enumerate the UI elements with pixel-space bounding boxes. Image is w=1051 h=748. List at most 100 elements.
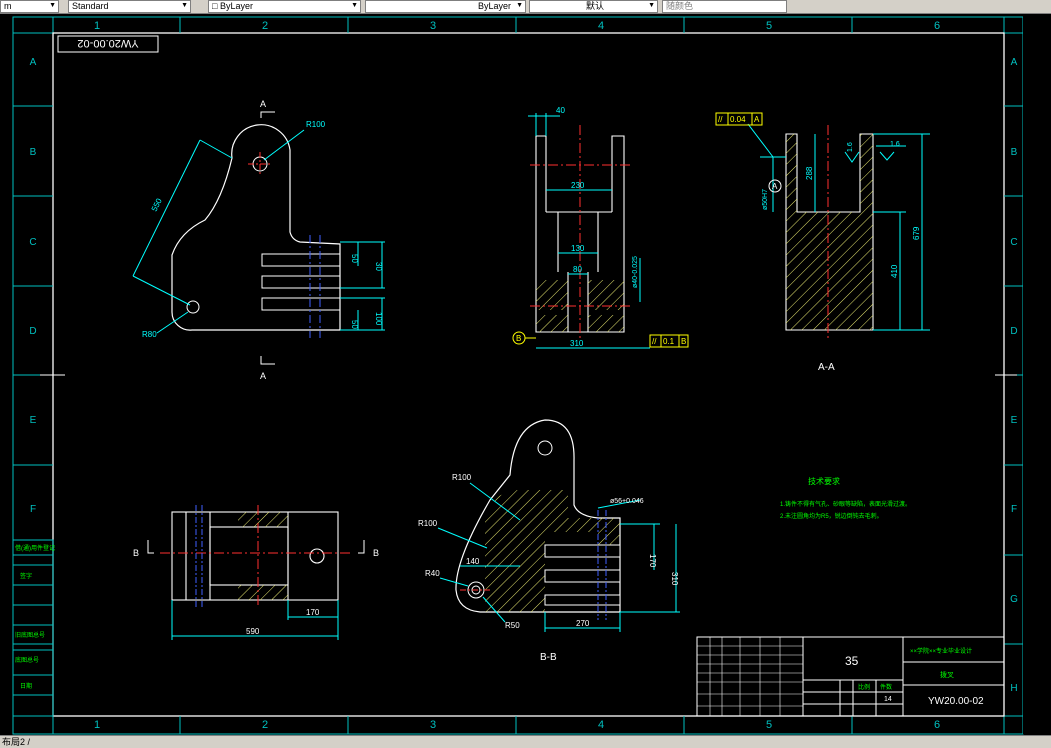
section-bb: R100 R100 R40 R50 140 170 310 270 ø56+0.… xyxy=(418,419,680,663)
scale-label: 比例 xyxy=(858,683,870,691)
datum-a-label: A xyxy=(772,182,778,191)
strip-label: 签字 xyxy=(20,572,32,580)
dim-bore: ø50H7 xyxy=(762,189,769,210)
col-marker: 4 xyxy=(598,719,604,731)
tech-req-line: 1.铸件不得有气孔、砂眼等缺陷，表面光滑过渡。 xyxy=(780,500,911,508)
strip-label: 借(通)用件登记 xyxy=(15,544,55,552)
dim-310: 310 xyxy=(570,339,584,348)
drawing-canvas[interactable]: 1 2 3 4 5 6 1 2 3 4 5 6 A B C D E F A B … xyxy=(0,0,1051,747)
row-marker: E xyxy=(30,415,37,426)
tab-separator: / xyxy=(27,737,31,747)
row-marker: H xyxy=(1010,683,1017,694)
quantity-label: 件数 xyxy=(880,683,892,691)
col-marker: 2 xyxy=(262,20,268,32)
col-marker: 3 xyxy=(430,719,436,731)
section-aa-caption: A-A xyxy=(818,362,835,373)
row-marker: D xyxy=(1010,326,1017,337)
section-bb-caption: B-B xyxy=(540,652,557,663)
section-aa: 288 679 410 ø50H7 1.6 1.6 // 0.04 A A A-… xyxy=(715,112,930,373)
datum-b-label: B xyxy=(516,334,521,343)
plan-view: 590 170 B B xyxy=(133,505,379,640)
tech-req-line: 2.未注圆角均为R5，锐边倒钝去毛刺。 xyxy=(780,512,883,520)
row-marker: C xyxy=(29,237,36,248)
col-marker: 4 xyxy=(598,20,604,32)
dim-170: 170 xyxy=(648,554,657,568)
dim-100: 100 xyxy=(374,312,383,326)
sheet-value: 14 xyxy=(884,696,892,703)
tol-value: 0.04 xyxy=(730,115,746,124)
dim-590: 590 xyxy=(246,627,260,636)
strip-label: 日期 xyxy=(20,682,32,690)
row-marker: F xyxy=(1011,504,1017,515)
technical-requirements: 技术要求 1.铸件不得有气孔、砂眼等缺陷，表面光滑过渡。 2.未注圆角均为R5，… xyxy=(780,476,911,520)
dim-30: 30 xyxy=(374,262,383,271)
dim-310: 310 xyxy=(670,572,679,586)
strip-label: 旧底图总号 xyxy=(15,631,45,639)
col-marker: 6 xyxy=(934,20,940,32)
material-value: 35 xyxy=(845,654,859,668)
drawing-number: YW20.00-02 xyxy=(928,696,984,707)
row-marker: D xyxy=(29,326,36,337)
dim-r100: R100 xyxy=(306,120,326,129)
col-marker: 3 xyxy=(430,20,436,32)
section-b-right: B xyxy=(373,548,379,558)
col-marker: 1 xyxy=(94,20,100,32)
row-marker: F xyxy=(30,504,36,515)
section-b-left: B xyxy=(133,548,139,558)
roughness-2: 1.6 xyxy=(890,141,900,148)
dim-50b: 50 xyxy=(350,320,359,329)
dim-140: 140 xyxy=(466,557,480,566)
col-marker: 5 xyxy=(766,20,772,32)
layout-tab-bar: 布局2 / xyxy=(0,735,1051,748)
dim-410: 410 xyxy=(890,264,899,278)
dim-288: 288 xyxy=(805,166,814,180)
side-view: 40 230 130 80 310 ø40-0.025 // 0.1 B B xyxy=(512,106,689,349)
tech-req-title: 技术要求 xyxy=(808,476,840,486)
left-strip-table xyxy=(12,539,54,717)
front-view: 550 R100 R80 50 30 100 50 A A xyxy=(132,99,385,381)
col-marker: 6 xyxy=(934,719,940,731)
dim-r100a: R100 xyxy=(452,473,472,482)
part-name: 拨叉 xyxy=(940,670,954,679)
layout-tab[interactable]: 布局2 xyxy=(2,737,25,747)
left-strip-labels: 借(通)用件登记 旧底图总号 底图总号 签字 日期 xyxy=(15,544,55,690)
section-a-bottom: A xyxy=(260,371,266,381)
tol-datum: B xyxy=(681,337,686,346)
vertical-scrollbar-area[interactable] xyxy=(1023,14,1051,734)
dim-679: 679 xyxy=(912,226,921,240)
section-a-top: A xyxy=(260,99,266,109)
row-marker: B xyxy=(1011,147,1018,158)
roughness-1: 1.6 xyxy=(847,142,854,152)
dim-40: 40 xyxy=(556,106,565,115)
col-marker: 2 xyxy=(262,719,268,731)
col-marker: 1 xyxy=(94,719,100,731)
dim-550: 550 xyxy=(150,196,164,212)
strip-label: 底图总号 xyxy=(15,656,39,664)
dim-dia-top: ø56+0.046 xyxy=(610,498,644,505)
dim-r100b: R100 xyxy=(418,519,438,528)
row-marker: G xyxy=(1010,594,1018,605)
dim-80: 80 xyxy=(573,265,582,274)
dim-r80: R80 xyxy=(142,330,157,339)
tol-datum: A xyxy=(754,115,760,124)
dim-50: 50 xyxy=(350,254,359,263)
row-marker: B xyxy=(30,147,37,158)
tol-value: 0.1 xyxy=(663,337,675,346)
row-marker: A xyxy=(1011,57,1018,68)
title-block: 35 ××学院××专业毕业设计 拨叉 YW20.00-02 比例 件数 14 xyxy=(696,636,1005,717)
tol-symbol: // xyxy=(718,115,723,124)
col-marker: 5 xyxy=(766,719,772,731)
dim-170: 170 xyxy=(306,608,320,617)
dim-r50: R50 xyxy=(505,621,520,630)
dim-r40: R40 xyxy=(425,569,440,578)
dim-230: 230 xyxy=(571,181,585,190)
dim-dia-fit: ø40-0.025 xyxy=(632,256,639,288)
school-name: ××学院××专业毕业设计 xyxy=(910,647,972,655)
tol-symbol: // xyxy=(652,337,657,346)
dim-270: 270 xyxy=(576,619,590,628)
rotated-drawing-code: YW20.00-02 xyxy=(77,37,138,49)
row-marker: E xyxy=(1011,415,1018,426)
dim-130: 130 xyxy=(571,244,585,253)
row-marker: A xyxy=(30,57,37,68)
row-marker: C xyxy=(1010,237,1017,248)
